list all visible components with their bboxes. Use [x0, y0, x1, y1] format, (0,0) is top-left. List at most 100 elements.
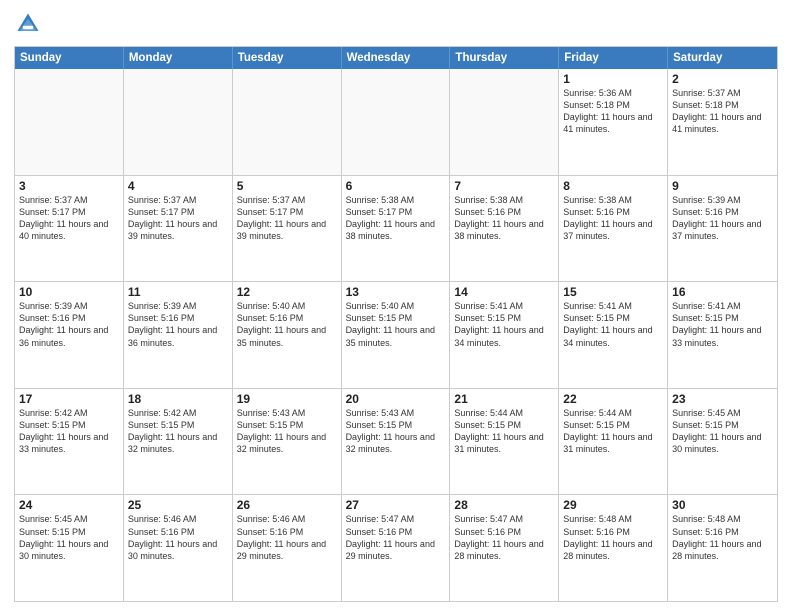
- empty-cell-0-0: [15, 69, 124, 175]
- week-row-1: 1Sunrise: 5:36 AM Sunset: 5:18 PM Daylig…: [15, 69, 777, 175]
- day-info: Sunrise: 5:46 AM Sunset: 5:16 PM Dayligh…: [128, 513, 228, 562]
- day-info: Sunrise: 5:46 AM Sunset: 5:16 PM Dayligh…: [237, 513, 337, 562]
- day-cell-11: 11Sunrise: 5:39 AM Sunset: 5:16 PM Dayli…: [124, 282, 233, 388]
- empty-cell-0-1: [124, 69, 233, 175]
- day-number: 9: [672, 179, 773, 193]
- day-cell-5: 5Sunrise: 5:37 AM Sunset: 5:17 PM Daylig…: [233, 176, 342, 282]
- day-cell-16: 16Sunrise: 5:41 AM Sunset: 5:15 PM Dayli…: [668, 282, 777, 388]
- day-cell-4: 4Sunrise: 5:37 AM Sunset: 5:17 PM Daylig…: [124, 176, 233, 282]
- week-row-5: 24Sunrise: 5:45 AM Sunset: 5:15 PM Dayli…: [15, 494, 777, 601]
- day-number: 25: [128, 498, 228, 512]
- day-number: 17: [19, 392, 119, 406]
- day-cell-20: 20Sunrise: 5:43 AM Sunset: 5:15 PM Dayli…: [342, 389, 451, 495]
- day-cell-17: 17Sunrise: 5:42 AM Sunset: 5:15 PM Dayli…: [15, 389, 124, 495]
- header-day-thursday: Thursday: [450, 47, 559, 69]
- day-info: Sunrise: 5:42 AM Sunset: 5:15 PM Dayligh…: [128, 407, 228, 456]
- header-day-saturday: Saturday: [668, 47, 777, 69]
- day-cell-22: 22Sunrise: 5:44 AM Sunset: 5:15 PM Dayli…: [559, 389, 668, 495]
- day-cell-19: 19Sunrise: 5:43 AM Sunset: 5:15 PM Dayli…: [233, 389, 342, 495]
- day-cell-25: 25Sunrise: 5:46 AM Sunset: 5:16 PM Dayli…: [124, 495, 233, 601]
- day-number: 6: [346, 179, 446, 193]
- calendar: SundayMondayTuesdayWednesdayThursdayFrid…: [14, 46, 778, 602]
- day-number: 27: [346, 498, 446, 512]
- day-number: 22: [563, 392, 663, 406]
- day-cell-27: 27Sunrise: 5:47 AM Sunset: 5:16 PM Dayli…: [342, 495, 451, 601]
- day-number: 23: [672, 392, 773, 406]
- day-info: Sunrise: 5:48 AM Sunset: 5:16 PM Dayligh…: [672, 513, 773, 562]
- day-info: Sunrise: 5:37 AM Sunset: 5:17 PM Dayligh…: [237, 194, 337, 243]
- header-day-monday: Monday: [124, 47, 233, 69]
- day-info: Sunrise: 5:41 AM Sunset: 5:15 PM Dayligh…: [454, 300, 554, 349]
- day-info: Sunrise: 5:39 AM Sunset: 5:16 PM Dayligh…: [672, 194, 773, 243]
- day-number: 13: [346, 285, 446, 299]
- day-number: 8: [563, 179, 663, 193]
- day-cell-15: 15Sunrise: 5:41 AM Sunset: 5:15 PM Dayli…: [559, 282, 668, 388]
- day-number: 26: [237, 498, 337, 512]
- day-cell-26: 26Sunrise: 5:46 AM Sunset: 5:16 PM Dayli…: [233, 495, 342, 601]
- header-day-friday: Friday: [559, 47, 668, 69]
- day-number: 11: [128, 285, 228, 299]
- header-day-sunday: Sunday: [15, 47, 124, 69]
- day-cell-21: 21Sunrise: 5:44 AM Sunset: 5:15 PM Dayli…: [450, 389, 559, 495]
- logo-icon: [14, 10, 42, 38]
- day-info: Sunrise: 5:37 AM Sunset: 5:18 PM Dayligh…: [672, 87, 773, 136]
- day-info: Sunrise: 5:40 AM Sunset: 5:15 PM Dayligh…: [346, 300, 446, 349]
- day-cell-14: 14Sunrise: 5:41 AM Sunset: 5:15 PM Dayli…: [450, 282, 559, 388]
- day-number: 5: [237, 179, 337, 193]
- day-number: 21: [454, 392, 554, 406]
- day-info: Sunrise: 5:44 AM Sunset: 5:15 PM Dayligh…: [563, 407, 663, 456]
- day-info: Sunrise: 5:41 AM Sunset: 5:15 PM Dayligh…: [672, 300, 773, 349]
- day-info: Sunrise: 5:38 AM Sunset: 5:16 PM Dayligh…: [563, 194, 663, 243]
- day-number: 20: [346, 392, 446, 406]
- week-row-3: 10Sunrise: 5:39 AM Sunset: 5:16 PM Dayli…: [15, 281, 777, 388]
- day-number: 28: [454, 498, 554, 512]
- day-number: 19: [237, 392, 337, 406]
- week-row-2: 3Sunrise: 5:37 AM Sunset: 5:17 PM Daylig…: [15, 175, 777, 282]
- day-number: 24: [19, 498, 119, 512]
- empty-cell-0-2: [233, 69, 342, 175]
- day-cell-6: 6Sunrise: 5:38 AM Sunset: 5:17 PM Daylig…: [342, 176, 451, 282]
- day-number: 7: [454, 179, 554, 193]
- day-cell-7: 7Sunrise: 5:38 AM Sunset: 5:16 PM Daylig…: [450, 176, 559, 282]
- day-info: Sunrise: 5:37 AM Sunset: 5:17 PM Dayligh…: [19, 194, 119, 243]
- day-info: Sunrise: 5:39 AM Sunset: 5:16 PM Dayligh…: [19, 300, 119, 349]
- calendar-header: SundayMondayTuesdayWednesdayThursdayFrid…: [15, 47, 777, 69]
- day-number: 29: [563, 498, 663, 512]
- day-info: Sunrise: 5:38 AM Sunset: 5:17 PM Dayligh…: [346, 194, 446, 243]
- day-info: Sunrise: 5:48 AM Sunset: 5:16 PM Dayligh…: [563, 513, 663, 562]
- day-number: 10: [19, 285, 119, 299]
- calendar-body: 1Sunrise: 5:36 AM Sunset: 5:18 PM Daylig…: [15, 69, 777, 601]
- day-cell-28: 28Sunrise: 5:47 AM Sunset: 5:16 PM Dayli…: [450, 495, 559, 601]
- week-row-4: 17Sunrise: 5:42 AM Sunset: 5:15 PM Dayli…: [15, 388, 777, 495]
- day-cell-24: 24Sunrise: 5:45 AM Sunset: 5:15 PM Dayli…: [15, 495, 124, 601]
- day-cell-3: 3Sunrise: 5:37 AM Sunset: 5:17 PM Daylig…: [15, 176, 124, 282]
- page: SundayMondayTuesdayWednesdayThursdayFrid…: [0, 0, 792, 612]
- day-number: 30: [672, 498, 773, 512]
- day-cell-12: 12Sunrise: 5:40 AM Sunset: 5:16 PM Dayli…: [233, 282, 342, 388]
- header: [14, 10, 778, 38]
- day-info: Sunrise: 5:47 AM Sunset: 5:16 PM Dayligh…: [346, 513, 446, 562]
- day-info: Sunrise: 5:45 AM Sunset: 5:15 PM Dayligh…: [19, 513, 119, 562]
- day-info: Sunrise: 5:43 AM Sunset: 5:15 PM Dayligh…: [237, 407, 337, 456]
- day-number: 3: [19, 179, 119, 193]
- empty-cell-0-4: [450, 69, 559, 175]
- empty-cell-0-3: [342, 69, 451, 175]
- day-info: Sunrise: 5:37 AM Sunset: 5:17 PM Dayligh…: [128, 194, 228, 243]
- day-info: Sunrise: 5:40 AM Sunset: 5:16 PM Dayligh…: [237, 300, 337, 349]
- day-info: Sunrise: 5:44 AM Sunset: 5:15 PM Dayligh…: [454, 407, 554, 456]
- day-number: 16: [672, 285, 773, 299]
- day-cell-8: 8Sunrise: 5:38 AM Sunset: 5:16 PM Daylig…: [559, 176, 668, 282]
- day-info: Sunrise: 5:43 AM Sunset: 5:15 PM Dayligh…: [346, 407, 446, 456]
- day-cell-23: 23Sunrise: 5:45 AM Sunset: 5:15 PM Dayli…: [668, 389, 777, 495]
- day-info: Sunrise: 5:41 AM Sunset: 5:15 PM Dayligh…: [563, 300, 663, 349]
- day-info: Sunrise: 5:45 AM Sunset: 5:15 PM Dayligh…: [672, 407, 773, 456]
- day-info: Sunrise: 5:42 AM Sunset: 5:15 PM Dayligh…: [19, 407, 119, 456]
- day-info: Sunrise: 5:39 AM Sunset: 5:16 PM Dayligh…: [128, 300, 228, 349]
- day-number: 14: [454, 285, 554, 299]
- day-cell-1: 1Sunrise: 5:36 AM Sunset: 5:18 PM Daylig…: [559, 69, 668, 175]
- day-cell-30: 30Sunrise: 5:48 AM Sunset: 5:16 PM Dayli…: [668, 495, 777, 601]
- day-info: Sunrise: 5:47 AM Sunset: 5:16 PM Dayligh…: [454, 513, 554, 562]
- logo: [14, 10, 46, 38]
- day-cell-18: 18Sunrise: 5:42 AM Sunset: 5:15 PM Dayli…: [124, 389, 233, 495]
- day-number: 12: [237, 285, 337, 299]
